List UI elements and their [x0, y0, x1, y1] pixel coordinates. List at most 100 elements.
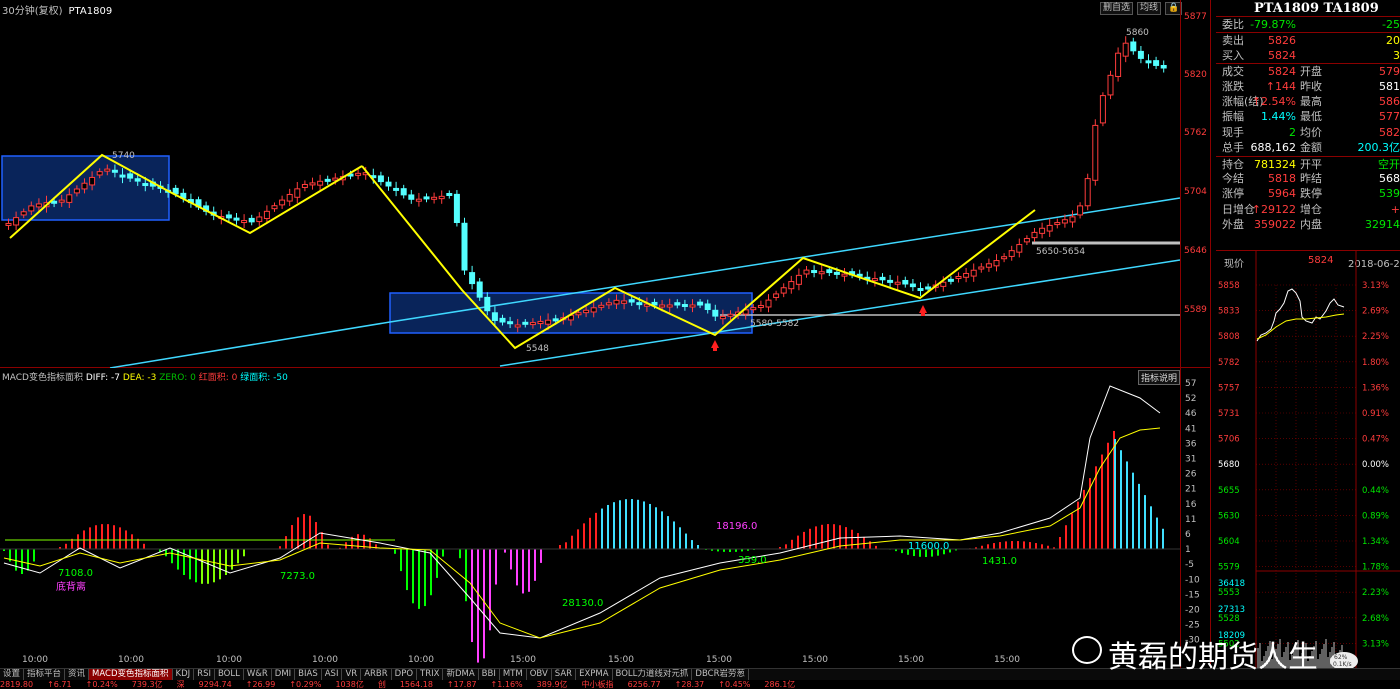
- quote-row: 外盘 359022 内盘 32914: [1216, 217, 1400, 232]
- quote-row: 持仓 781324 开平 空开: [1216, 155, 1400, 171]
- candle-body: [1008, 250, 1015, 257]
- candle-body: [233, 217, 240, 221]
- macd-tick: 1: [1185, 545, 1191, 555]
- tab-5[interactable]: RSI: [194, 669, 215, 680]
- tab-15[interactable]: 新DMA: [443, 669, 479, 680]
- quote-value: 5818: [1268, 171, 1296, 185]
- mini-left-tick: 5579: [1218, 563, 1240, 573]
- tab-19[interactable]: SAR: [552, 669, 577, 680]
- tab-7[interactable]: W&R: [244, 669, 272, 680]
- weibo-icon: [1072, 636, 1102, 664]
- candlestick-chart[interactable]: 30分钟(复权) PTA1809 删自选 均线 🔒 5740 5548 5580-…: [0, 0, 1210, 368]
- mini-left-tick: 5655: [1218, 486, 1240, 496]
- candle-body: [355, 172, 362, 176]
- axis-labels: 5877 5820 5762 5704 5646 5589 57 52 46 41 36 31 26 21…: [1184, 12, 1207, 646]
- quote-value-2: 577: [1379, 110, 1400, 124]
- mini-right-tick: 2.25%: [1362, 332, 1389, 342]
- candle-body: [317, 180, 324, 186]
- candle-body: [415, 198, 422, 202]
- quote-value-2: 586: [1379, 94, 1400, 108]
- quote-value: 5964: [1268, 187, 1296, 201]
- status-item: 1038亿: [335, 680, 364, 689]
- candle-body: [993, 260, 1000, 267]
- tab-14[interactable]: TRIX: [417, 669, 444, 680]
- candle-body: [1084, 178, 1091, 207]
- intraday-mini-chart[interactable]: 现价 5824 2018-06-28,四 58583.13%58332.69%5…: [1216, 250, 1400, 669]
- tab-12[interactable]: ARBR: [361, 669, 392, 680]
- candle-body: [871, 278, 878, 282]
- quote-value: 5824: [1268, 48, 1296, 62]
- mini-left-tick: 5858: [1218, 281, 1240, 291]
- tab-9[interactable]: BIAS: [295, 669, 322, 680]
- speed-pct: 62%: [1334, 654, 1348, 661]
- tab-11[interactable]: VR: [342, 669, 362, 680]
- quote-label-2: 金额: [1300, 141, 1322, 155]
- candle-body: [970, 269, 977, 277]
- candle-body: [431, 196, 438, 200]
- macd-indicator-pane[interactable]: MACD变色指标面积 DIFF: -7 DEA: -3 ZERO: 0 红面积:…: [0, 368, 1210, 668]
- tab-17[interactable]: MTM: [500, 669, 527, 680]
- candle-body: [119, 174, 126, 178]
- candle-body: [111, 169, 118, 173]
- candle-body: [96, 171, 103, 176]
- quote-rows: 委比 -79.87% -25 卖出 5826 20 买入 5824 3 成交 5824 开盘 579 涨跌…: [1216, 17, 1400, 232]
- quote-label: 买入: [1222, 48, 1244, 62]
- quote-label-2: 昨结: [1300, 171, 1322, 185]
- mini-right-tick: 2.23%: [1362, 588, 1389, 598]
- tab-20[interactable]: EXPMA: [576, 669, 613, 680]
- candle-body: [985, 263, 992, 268]
- tab-10[interactable]: ASI: [322, 669, 343, 680]
- tab-8[interactable]: DMI: [272, 669, 296, 680]
- tab-18[interactable]: OBV: [527, 669, 552, 680]
- candle-body: [5, 222, 12, 226]
- candle-body: [545, 319, 552, 325]
- tab-4[interactable]: KDJ: [173, 669, 195, 680]
- candle-body: [750, 307, 757, 311]
- mini-right-tick: 1.34%: [1362, 537, 1389, 547]
- quote-label-2: 内盘: [1300, 218, 1322, 232]
- tab-13[interactable]: DPO: [392, 669, 418, 680]
- tab-16[interactable]: BBI: [479, 669, 500, 680]
- price-tick: 5589: [1184, 305, 1207, 315]
- quote-row: 振幅 1.44% 最低 577: [1216, 109, 1400, 124]
- quote-value: 781324: [1254, 157, 1296, 171]
- candle-body: [1122, 42, 1129, 57]
- mini-right-tick: 1.80%: [1362, 358, 1389, 368]
- time-tick: 15:00: [994, 655, 1020, 665]
- ann-11600: 11600.0: [908, 541, 949, 552]
- status-item: 286.1亿: [764, 680, 796, 689]
- macd-tick: 16: [1185, 500, 1197, 510]
- candle-body: [13, 217, 20, 226]
- quote-row: 买入 5824 3: [1216, 48, 1400, 63]
- quote-label: 日增仓: [1222, 202, 1255, 216]
- macd-tick: 26: [1185, 470, 1197, 480]
- candle-body: [309, 182, 316, 186]
- tab-6[interactable]: BOLL: [215, 669, 244, 680]
- candle-body: [879, 276, 886, 281]
- candle-body: [955, 276, 962, 279]
- quote-row: 总手 688,162 金额 200.3亿: [1216, 140, 1400, 155]
- mini-right-tick: 0.00%: [1362, 460, 1389, 470]
- tab-3[interactable]: MACD变色指标面积: [89, 669, 173, 680]
- macd-tick: -5: [1185, 560, 1194, 570]
- status-item: 2819.80: [0, 680, 34, 689]
- candle-body: [469, 272, 476, 285]
- buy-arrow-1: [711, 340, 719, 348]
- tab-22[interactable]: DBCR岩劳葱: [692, 669, 749, 680]
- tab-2[interactable]: 资讯: [65, 669, 90, 680]
- candle-body: [438, 195, 445, 200]
- mini-right-tick: 0.47%: [1362, 435, 1389, 445]
- quote-value-2: 582: [1379, 125, 1400, 139]
- time-tick: 15:00: [898, 655, 924, 665]
- time-tick: 10:00: [216, 655, 242, 665]
- tab-21[interactable]: BOLL力道线对元抓: [613, 669, 693, 680]
- candle-body: [947, 278, 954, 282]
- candle-body: [241, 220, 248, 224]
- quote-label-2: 昨收: [1300, 79, 1322, 93]
- candle-body: [1099, 95, 1106, 124]
- tab-1[interactable]: 指标平台: [24, 669, 66, 680]
- candle-body: [377, 175, 384, 183]
- candle-body: [423, 196, 430, 200]
- tab-0[interactable]: 设置: [0, 669, 25, 680]
- candle-body: [28, 205, 35, 212]
